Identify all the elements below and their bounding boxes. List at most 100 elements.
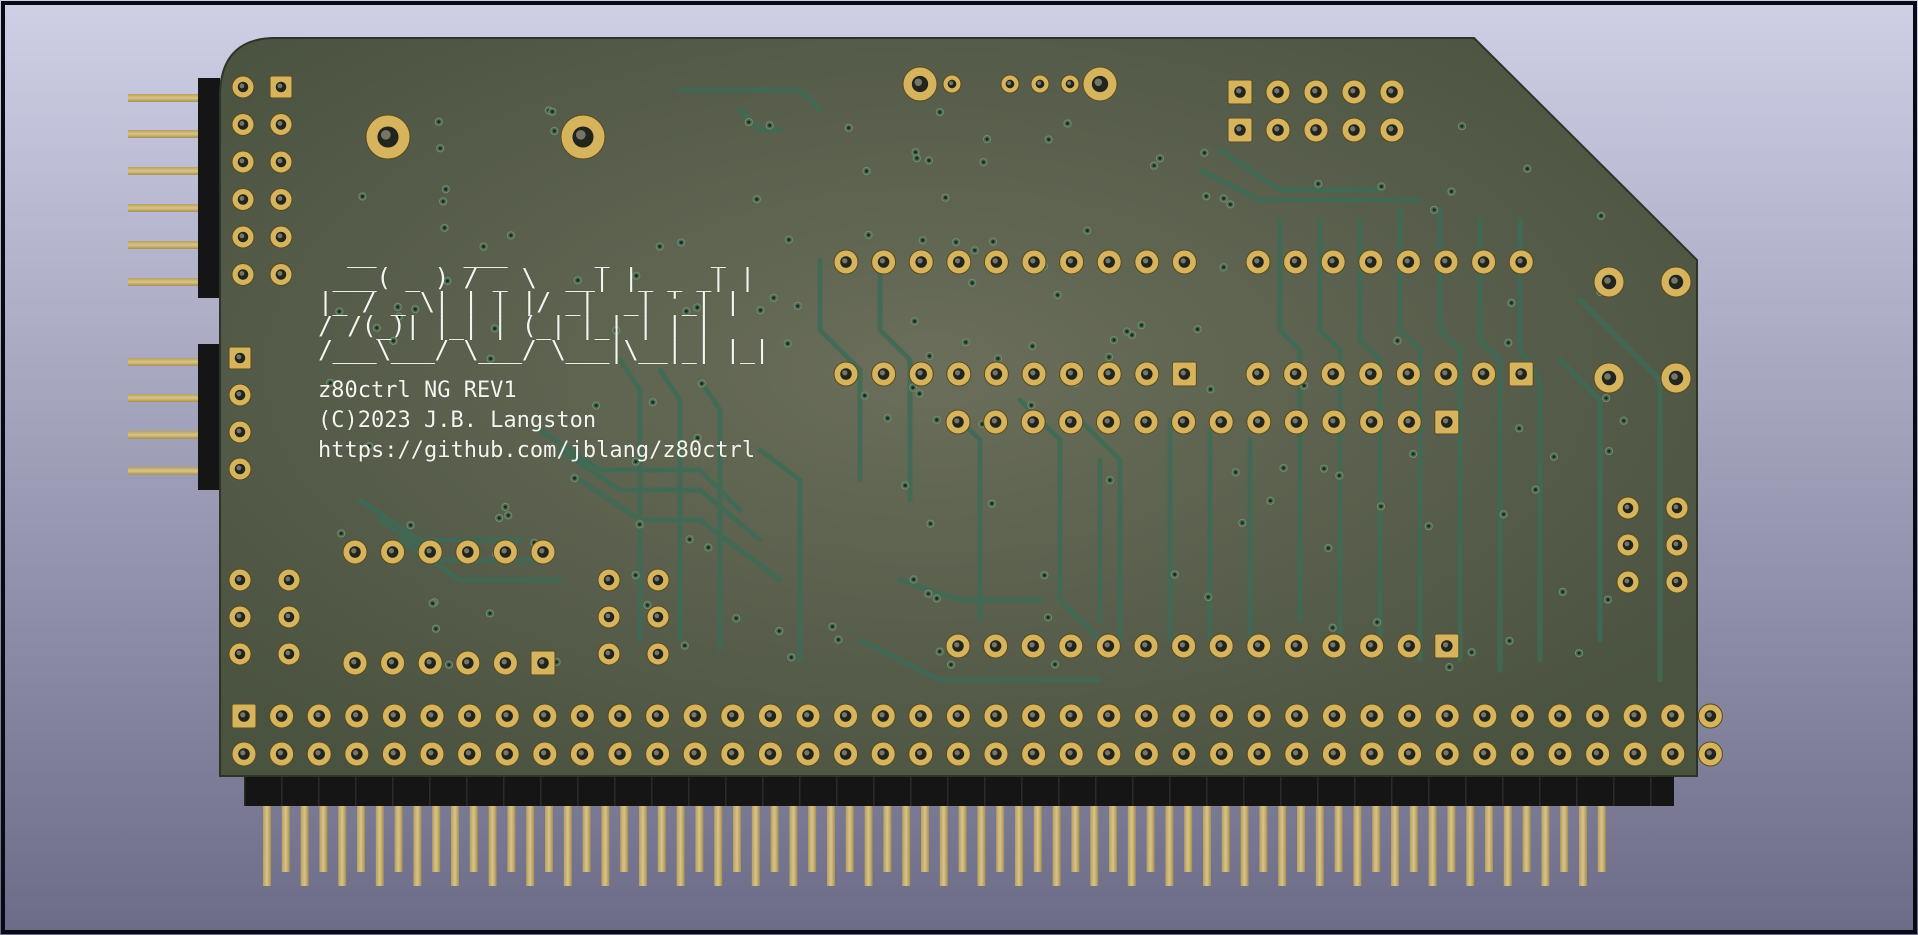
pad-highlight [463, 659, 470, 665]
pad-highlight [1142, 258, 1149, 264]
header-divider [688, 772, 690, 806]
header-pin [128, 94, 208, 102]
via-drill [1066, 121, 1070, 125]
header-pin [128, 467, 208, 475]
via-drill [594, 404, 598, 408]
pad-highlight [503, 712, 509, 718]
pad-highlight [501, 659, 507, 665]
via-drill [985, 137, 989, 141]
pad-highlight [1254, 370, 1260, 376]
pad-highlight [575, 129, 586, 140]
pad-highlight [388, 548, 395, 554]
via-drill [954, 240, 958, 244]
pad-highlight [1671, 373, 1678, 380]
pad-highlight [239, 270, 245, 276]
pad-highlight [954, 418, 960, 424]
pad-highlight [992, 750, 998, 756]
3d-viewer-viewport[interactable]: __ ___ _ _ ___( _ ) / _ \ __| |_ _ _| | … [0, 0, 1918, 935]
pad-highlight [1517, 370, 1523, 376]
pad-highlight [315, 750, 321, 756]
via-drill [830, 625, 834, 629]
silkscreen-logo: __ ___ _ _ ___( _ ) / _ \ __| |_ _ _| | … [318, 239, 770, 364]
via-drill [1508, 639, 1512, 643]
via-drill [734, 616, 738, 620]
pad-highlight [1066, 642, 1073, 648]
header-divider [1280, 772, 1282, 806]
via-drill [867, 233, 871, 237]
pad-highlight [1405, 418, 1411, 424]
header-divider [1650, 772, 1652, 806]
header-divider [1576, 772, 1578, 806]
via-drill [1125, 329, 1129, 333]
via-drill [339, 532, 343, 536]
header-divider [1058, 772, 1060, 806]
pad-highlight [992, 370, 998, 376]
header-divider [1539, 772, 1541, 806]
pad-highlight [992, 712, 998, 718]
pad-highlight [916, 750, 923, 756]
pad-highlight [1312, 126, 1318, 132]
via-drill [917, 392, 921, 396]
via-drill [1395, 339, 1399, 343]
pad-highlight [1067, 81, 1072, 86]
via-drill [863, 394, 867, 398]
pad-highlight [1104, 712, 1111, 718]
via-drill [1140, 323, 1144, 327]
pad-highlight [653, 750, 660, 756]
header-divider [1502, 772, 1504, 806]
silkscreen-url: https://github.com/jblang/z80ctrl [318, 438, 756, 463]
pad-highlight [1404, 258, 1410, 264]
header-divider [799, 772, 801, 806]
via-drill [1042, 573, 1046, 577]
via-drill [555, 660, 559, 664]
via-drill [638, 522, 642, 526]
pad-highlight [1255, 712, 1261, 718]
via-drill [431, 601, 435, 605]
via-drill [1604, 396, 1608, 400]
via-drill [1208, 387, 1212, 391]
via-drill [700, 381, 704, 385]
pad-highlight [1673, 578, 1679, 584]
pad-highlight [1593, 750, 1600, 756]
pad-highlight [1292, 750, 1299, 756]
pad-highlight [728, 712, 735, 718]
pad-highlight [1388, 88, 1394, 94]
header-divider [577, 772, 579, 806]
pad-highlight [1180, 258, 1186, 264]
pad-highlight [1217, 750, 1224, 756]
pad-highlight [1105, 258, 1111, 264]
via-drill [1525, 167, 1529, 171]
via-drill [1268, 499, 1272, 503]
via-drill [973, 248, 977, 252]
header-divider [947, 772, 949, 806]
pad-highlight [236, 354, 242, 360]
via-drill [434, 627, 438, 631]
header-pin [128, 204, 208, 212]
pad-highlight [991, 642, 998, 648]
pad-highlight [804, 750, 810, 756]
via-drill [1599, 214, 1603, 218]
pad-highlight [1217, 418, 1223, 424]
pad-highlight [285, 650, 291, 656]
via-drill [1427, 524, 1431, 528]
via-drill [1202, 151, 1206, 155]
via-drill [550, 110, 554, 114]
pad-highlight [1142, 712, 1148, 718]
via-drill [913, 319, 917, 323]
pad-highlight [1668, 712, 1675, 718]
via-drill [1322, 467, 1326, 471]
pad-highlight [1292, 712, 1299, 718]
pad-highlight [1442, 258, 1448, 264]
pad-highlight [501, 548, 507, 554]
via-drill [447, 663, 451, 667]
via-drill [747, 120, 751, 124]
pad-highlight [766, 712, 772, 718]
header-divider [910, 772, 912, 806]
pad-highlight [1105, 370, 1111, 376]
via-drill [777, 629, 781, 633]
pad-highlight [1037, 81, 1042, 86]
pad-highlight [879, 750, 885, 756]
via-drill [1047, 137, 1051, 141]
via-drill [509, 233, 513, 237]
pad-highlight [1479, 370, 1486, 376]
